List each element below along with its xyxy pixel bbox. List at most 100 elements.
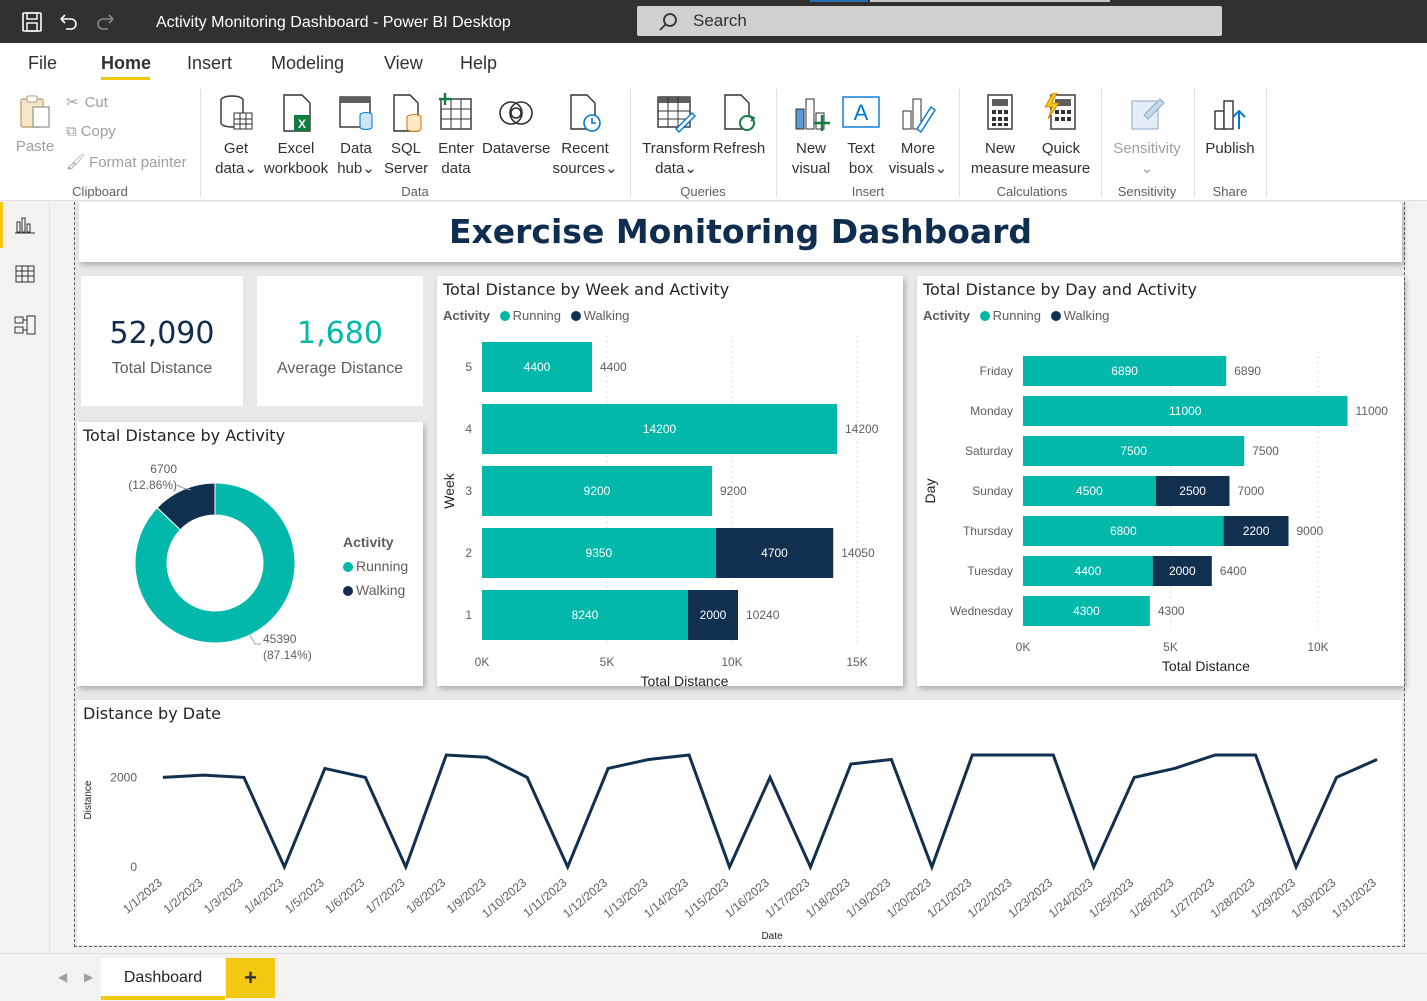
tab-file[interactable]: File	[28, 53, 57, 74]
excel-label-2: workbook	[263, 160, 329, 177]
kpi-value: 1,680	[297, 316, 383, 351]
x-tick-label: 1/10/2023	[479, 875, 529, 920]
ribbon-separator	[1194, 89, 1195, 197]
search-placeholder: Search	[693, 11, 747, 30]
data-label: 45390	[263, 632, 297, 646]
cut-button[interactable]: ✂ Cut	[66, 93, 108, 111]
sql-server-icon	[393, 94, 422, 132]
enter-data-button[interactable]: Enter data	[434, 93, 478, 179]
copy-button[interactable]: ⧉ Copy	[66, 123, 116, 140]
line-chart-card[interactable]: Distance by Date 0 2000 Distance 1/1/2023 1/…	[77, 700, 1402, 945]
publish-button[interactable]: Publish	[1204, 93, 1256, 159]
x-tick-label: 1/5/2023	[282, 875, 327, 916]
kpi-card-total-distance[interactable]: 52,090 Total Distance	[81, 276, 243, 406]
publish-label: Publish	[1205, 140, 1255, 157]
more-visuals-button[interactable]: More visuals⌄	[886, 93, 950, 179]
bar-data-label: 2000	[1169, 564, 1196, 578]
next-page-arrow[interactable]: ▶	[84, 970, 93, 984]
report-view-icon[interactable]	[14, 214, 36, 236]
legend-label: Running	[356, 558, 409, 574]
donut-chart-card[interactable]: Total Distance by Activity 6700 (12.86%) 4…	[77, 422, 423, 686]
transform-data-button[interactable]: Transform data⌄	[640, 93, 712, 179]
tab-help[interactable]: Help	[460, 53, 497, 74]
week-bar-chart[interactable]: 0K 5K 10K 15K 5 4400 4400 4 14200 14200 3 9200 9200 2…	[437, 276, 903, 686]
ribbon-separator	[630, 89, 631, 197]
y-tick-label: 2000	[110, 770, 137, 784]
excel-workbook-button[interactable]: X Excel workbook	[262, 93, 330, 179]
new-visual-button[interactable]: New visual	[788, 93, 834, 179]
new-measure-button[interactable]: New measure	[970, 93, 1030, 179]
quick-measure-button[interactable]: Quick measure	[1030, 93, 1092, 179]
legend-item-walking[interactable]: Walking	[343, 578, 408, 602]
bar-data-label: 6890	[1111, 364, 1138, 378]
data-label: 6700	[150, 462, 177, 476]
text-box-button[interactable]: A Text box	[840, 93, 882, 179]
prev-page-arrow[interactable]: ◀	[58, 970, 67, 984]
tab-home[interactable]: Home	[101, 53, 151, 74]
data-point	[243, 776, 245, 778]
bar-data-label: 2200	[1243, 524, 1270, 538]
dataverse-button[interactable]: Dataverse	[482, 93, 550, 159]
data-hub-button[interactable]: Data hub⌄	[334, 93, 378, 179]
line-chart[interactable]: 0 2000 Distance 1/1/20231/2/20231/3/20231/4…	[77, 700, 1402, 945]
refresh-label: Refresh	[712, 140, 766, 157]
more-visuals-label-1: More	[900, 140, 936, 157]
week-bar-chart-card[interactable]: Total Distance by Week and Activity Acti…	[437, 276, 903, 686]
undo-icon[interactable]	[56, 10, 80, 34]
day-bar-chart[interactable]: 0K 5K 10K Friday 6890 6890 Monday 11000 11000 Sat…	[917, 276, 1404, 686]
bar-data-label: 2000	[700, 608, 727, 622]
data-hub-label-1: Data	[340, 140, 372, 157]
more-visuals-icon	[902, 98, 936, 133]
sensitivity-group-label: Sensitivity	[1117, 184, 1177, 199]
bar-data-label: 4400	[524, 360, 551, 374]
recent-sources-button[interactable]: Recent sources⌄	[552, 93, 618, 179]
model-view-icon[interactable]	[14, 314, 36, 336]
tab-modeling[interactable]: Modeling	[271, 53, 344, 74]
data-point	[324, 767, 326, 769]
enter-data-label-2: data	[441, 160, 471, 177]
data-point	[364, 776, 366, 778]
tab-view[interactable]: View	[384, 53, 423, 74]
data-hub-icon	[339, 96, 373, 130]
ribbon-separator	[1266, 89, 1267, 197]
quick-measure-icon	[1044, 93, 1076, 130]
line-series-distance[interactable]	[162, 753, 1378, 872]
tab-insert[interactable]: Insert	[187, 53, 232, 74]
data-point	[1214, 754, 1216, 756]
search-input[interactable]: Search	[637, 6, 1222, 36]
day-bar-chart-card[interactable]: Total Distance by Day and Activity Activ…	[917, 276, 1404, 686]
add-page-button[interactable]: +	[226, 958, 275, 998]
bar-data-label: 4700	[761, 546, 788, 560]
title-accent	[810, 0, 868, 2]
recent-label-1: Recent	[561, 140, 609, 157]
data-point	[567, 866, 569, 868]
redo-icon[interactable]	[94, 10, 118, 34]
window-title: Activity Monitoring Dashboard - Power BI…	[156, 14, 511, 31]
legend-item-running[interactable]: Running	[343, 554, 408, 578]
paste-button[interactable]: Paste	[14, 93, 56, 157]
format-painter-button[interactable]: 🖌 Format painter	[66, 153, 187, 171]
scissors-icon: ✂	[66, 94, 79, 111]
get-data-button[interactable]: Get data⌄	[210, 93, 262, 179]
sql-server-button[interactable]: SQL Server	[384, 93, 428, 179]
x-tick-label: 10K	[1307, 640, 1328, 654]
bar-data-label: 9200	[584, 484, 611, 498]
bar-data-label: 4300	[1073, 604, 1100, 618]
dataverse-icon	[499, 101, 533, 125]
save-icon[interactable]	[20, 10, 44, 34]
page-tab-dashboard[interactable]: Dashboard	[101, 958, 225, 1000]
text-box-label-2: box	[848, 160, 874, 177]
kpi-card-average-distance[interactable]: 1,680 Average Distance	[257, 276, 423, 406]
title-card[interactable]: Exercise Monitoring Dashboard	[79, 202, 1402, 262]
sensitivity-label-icon	[1131, 98, 1165, 130]
y-tick-label: Sunday	[972, 484, 1013, 498]
new-visual-icon	[795, 98, 830, 131]
data-point	[162, 776, 164, 778]
table-view-icon[interactable]	[14, 263, 36, 285]
legend-title: Activity	[343, 534, 394, 550]
x-tick-label: 1/1/2023	[120, 875, 165, 916]
sensitivity-button[interactable]: Sensitivity ⌄	[1110, 93, 1184, 179]
clipboard-group-label: Clipboard	[72, 184, 128, 199]
running-swatch	[343, 562, 353, 572]
refresh-button[interactable]: Refresh	[712, 93, 766, 159]
